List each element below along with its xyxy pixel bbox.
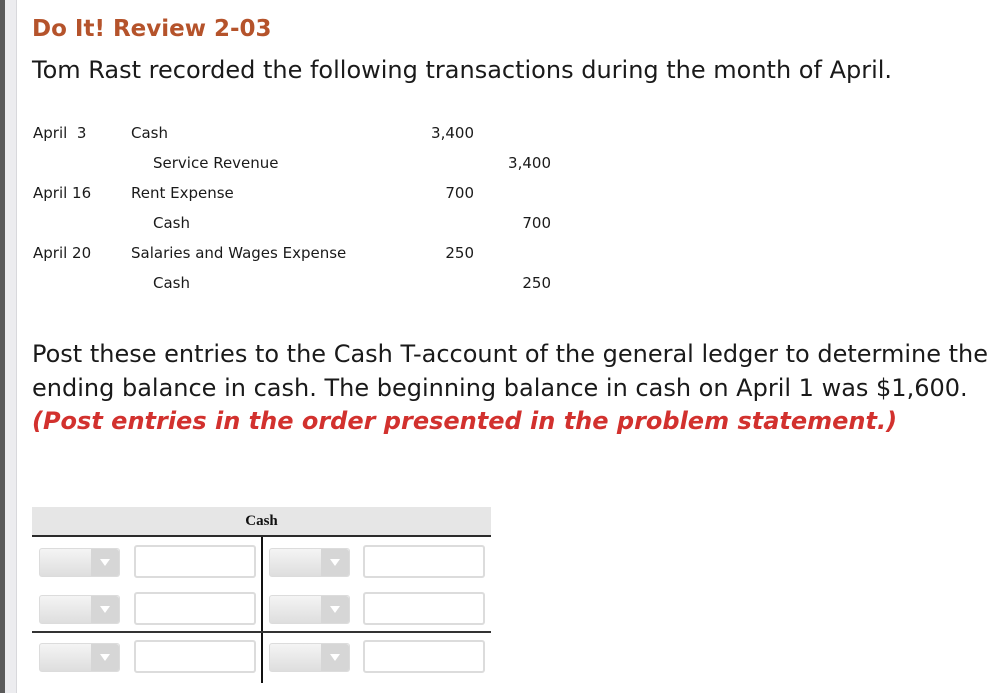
instructions-text: Post these entries to the Cash T-account… (32, 340, 988, 402)
journal-account: Salaries and Wages Expense (131, 244, 347, 262)
debit-balance-input[interactable] (134, 640, 256, 673)
journal-row: Service Revenue 3,400 (32, 154, 592, 184)
journal-account: Service Revenue (153, 154, 279, 172)
credit-balance-input[interactable] (363, 640, 485, 673)
window-left-gutter (5, 0, 17, 693)
debit-date-select-1[interactable] (39, 548, 120, 577)
journal-date: April 3 (33, 124, 87, 142)
journal-row: April 3 Cash 3,400 (32, 124, 592, 154)
chevron-down-icon (321, 644, 349, 671)
chevron-down-icon (321, 596, 349, 623)
journal-debit: 3,400 (431, 124, 474, 142)
cash-t-account: Cash (32, 507, 491, 693)
t-account-total-line (32, 631, 491, 633)
debit-amount-input-2[interactable] (134, 592, 256, 625)
journal-credit: 700 (522, 214, 551, 232)
credit-amount-input-1[interactable] (363, 545, 485, 578)
journal-account: Cash (131, 124, 168, 142)
journal-credit: 3,400 (508, 154, 551, 172)
debit-date-select-2[interactable] (39, 595, 120, 624)
journal-row: Cash 700 (32, 214, 592, 244)
credit-date-select-2[interactable] (269, 595, 350, 624)
journal-row: Cash 250 (32, 274, 592, 304)
journal-entries: April 3 Cash 3,400 Service Revenue 3,400… (32, 124, 592, 304)
chevron-down-icon (91, 644, 119, 671)
journal-row: April 20 Salaries and Wages Expense 250 (32, 244, 592, 274)
debit-balance-select[interactable] (39, 643, 120, 672)
journal-date: April 16 (33, 184, 92, 202)
journal-debit: 250 (445, 244, 474, 262)
credit-date-select-1[interactable] (269, 548, 350, 577)
problem-title: Do It! Review 2-03 (32, 16, 272, 42)
t-account-divider-vertical (261, 537, 263, 683)
problem-intro: Tom Rast recorded the following transact… (32, 56, 893, 84)
journal-debit: 700 (445, 184, 474, 202)
journal-row: April 16 Rent Expense 700 (32, 184, 592, 214)
journal-account: Rent Expense (131, 184, 234, 202)
chevron-down-icon (91, 596, 119, 623)
t-account-title: Cash (32, 507, 491, 537)
instructions-emphasis: (Post entries in the order presented in … (32, 407, 898, 435)
chevron-down-icon (321, 549, 349, 576)
chevron-down-icon (91, 549, 119, 576)
credit-balance-select[interactable] (269, 643, 350, 672)
journal-date: April 20 (33, 244, 92, 262)
instructions: Post these entries to the Cash T-account… (32, 338, 988, 439)
journal-credit: 250 (522, 274, 551, 292)
journal-account: Cash (153, 214, 190, 232)
journal-account: Cash (153, 274, 190, 292)
debit-amount-input-1[interactable] (134, 545, 256, 578)
credit-amount-input-2[interactable] (363, 592, 485, 625)
